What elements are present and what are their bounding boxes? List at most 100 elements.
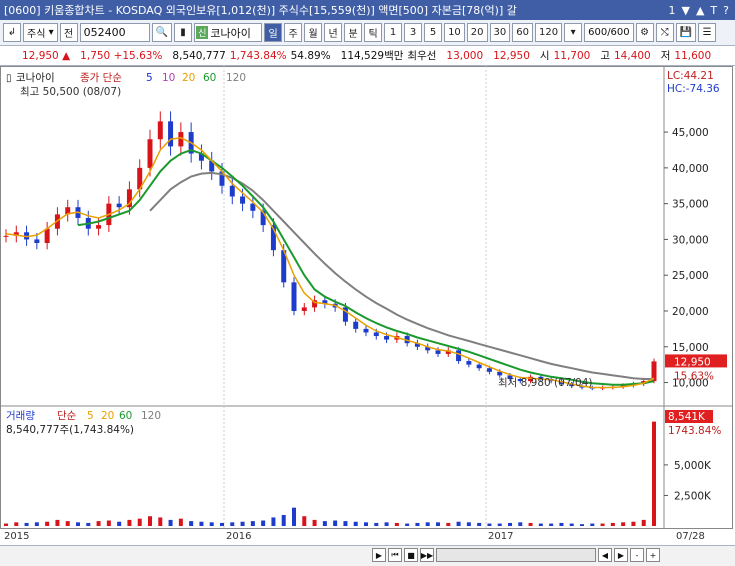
period-month[interactable]: 월 [304,23,323,42]
scroll-right-button[interactable]: ▶ [614,548,628,562]
title-icon-1[interactable]: 1 [668,4,675,17]
volume-bar [497,523,502,526]
y-tick-label: 30,000 [672,234,709,246]
volume-bar [600,523,605,526]
high-label: 고 [600,50,610,62]
count-field[interactable]: 600/600 [584,23,634,42]
last-date: 07/28 [676,531,705,542]
candle-body [363,328,369,333]
title-bar: [0600] 키움종합차트 - KOSDAQ 외국인보유[1,012(천)] 주… [0,0,735,20]
legend-price-name: 코나아이 [16,72,55,84]
volume-bar [652,421,656,526]
volume-bar [343,521,348,526]
volume-bar [106,520,111,526]
interval-120[interactable]: 120 [535,23,563,42]
interval-5[interactable]: 5 [424,23,443,42]
volume-bar [641,519,646,526]
amount-value: 114,529백만 [340,50,404,62]
list-icon[interactable]: ☰ [698,23,717,42]
candle-body [240,196,246,204]
title-icon-up[interactable]: ▲ [696,4,704,17]
indicator-icon[interactable]: ⚙ [635,23,654,42]
price-change: 1,750 +15.63% [80,50,162,62]
volume-bar [610,522,615,526]
market-select[interactable]: 주식 ▾ [23,23,58,42]
period-year[interactable]: 년 [324,23,343,42]
volume-bar [456,521,461,526]
volume-bar [487,523,492,526]
high-marker: 최고 50,500 (08/07) [20,86,121,98]
code-input[interactable]: 052400 [79,23,150,42]
zoom-in-button[interactable]: + [646,548,660,562]
title-icon-help[interactable]: ? [723,4,729,17]
volume-bar [137,518,142,526]
all-button[interactable]: 전 [59,23,78,42]
low-label: 저 [660,50,671,62]
dropdown-icon[interactable]: ▾ [564,23,583,42]
interval-20[interactable]: 20 [466,23,488,42]
candle-body [229,185,235,197]
volume-bar [271,517,276,526]
volume-bar [631,521,636,526]
volume-bar [281,515,286,526]
interval-30[interactable]: 30 [489,23,511,42]
volume-bar [86,522,91,526]
toolbar-menu-icon[interactable]: ↲ [3,23,21,42]
volume-bar [621,522,626,526]
price-bar: 12,950 ▲ 1,750 +15.63% 8,540,777 1,743.8… [0,46,735,66]
candle-body [456,350,462,362]
legend-volume-period: 60 [119,410,132,422]
volume-bar [65,521,70,526]
volume-value: 8,540,777 [172,49,226,62]
legend-volume-period: 5 [87,410,94,422]
compare-icon[interactable]: ⤭ [655,23,674,42]
volume-bar [446,522,451,526]
best-ask-label: 최우선 [407,50,437,62]
interval-10[interactable]: 10 [444,23,465,42]
scrollbar-track[interactable] [436,548,596,562]
zoom-out-button[interactable]: - [630,548,644,562]
price-value: 12,950 [22,49,59,62]
volume-bar [168,519,173,526]
bar-chart-icon[interactable]: ▮ [174,23,193,42]
volume-bar [374,522,379,526]
legend-volume-period: 120 [141,410,161,422]
stock-chart[interactable]: 45,000 40,000 35,000 30,000 25,000 20,000 15,0… [0,66,735,545]
scroll-left-button[interactable]: ◀ [598,548,612,562]
volume-bar [209,522,214,526]
volume-bar [189,521,194,526]
legend-volume-name: 거래량 [6,410,35,422]
new-badge: 신 [196,26,209,39]
period-day[interactable]: 일 [264,23,283,42]
scroll-stop-button[interactable]: ■ [404,548,418,562]
x-label-2015: 2015 [4,531,30,542]
period-week[interactable]: 주 [284,23,303,42]
volume-bar [559,522,564,526]
volume-bar [384,522,389,526]
hc-label: HC:-74.36 [667,83,720,95]
period-minute[interactable]: 분 [344,23,363,42]
volume-bar [580,524,584,526]
candle-body [373,332,379,337]
volume-bar [477,522,482,526]
interval-3[interactable]: 3 [404,23,423,42]
scroll-first-button[interactable]: ⏮ [388,548,402,562]
title-icon-t[interactable]: T [710,4,717,17]
y-tick-label: 35,000 [672,199,709,211]
stock-name-field[interactable]: 신 코나아이 [194,23,263,42]
interval-60[interactable]: 60 [512,23,533,42]
candle-body [168,121,174,147]
candle-body [466,361,472,365]
period-tick[interactable]: 틱 [364,23,383,42]
legend-price-period: 10 [162,72,175,84]
save-icon[interactable]: 💾 [675,23,697,42]
title-icon-down[interactable]: ▼ [681,4,689,17]
volume-bar [405,523,410,526]
candle-body [384,336,390,340]
scroll-last-button[interactable]: ▶▶ [420,548,434,562]
search-icon[interactable]: 🔍 [151,23,173,42]
candle-body [486,368,492,372]
scroll-play-button[interactable]: ▶ [372,548,386,562]
volume-bar [518,522,523,526]
interval-1[interactable]: 1 [384,23,403,42]
